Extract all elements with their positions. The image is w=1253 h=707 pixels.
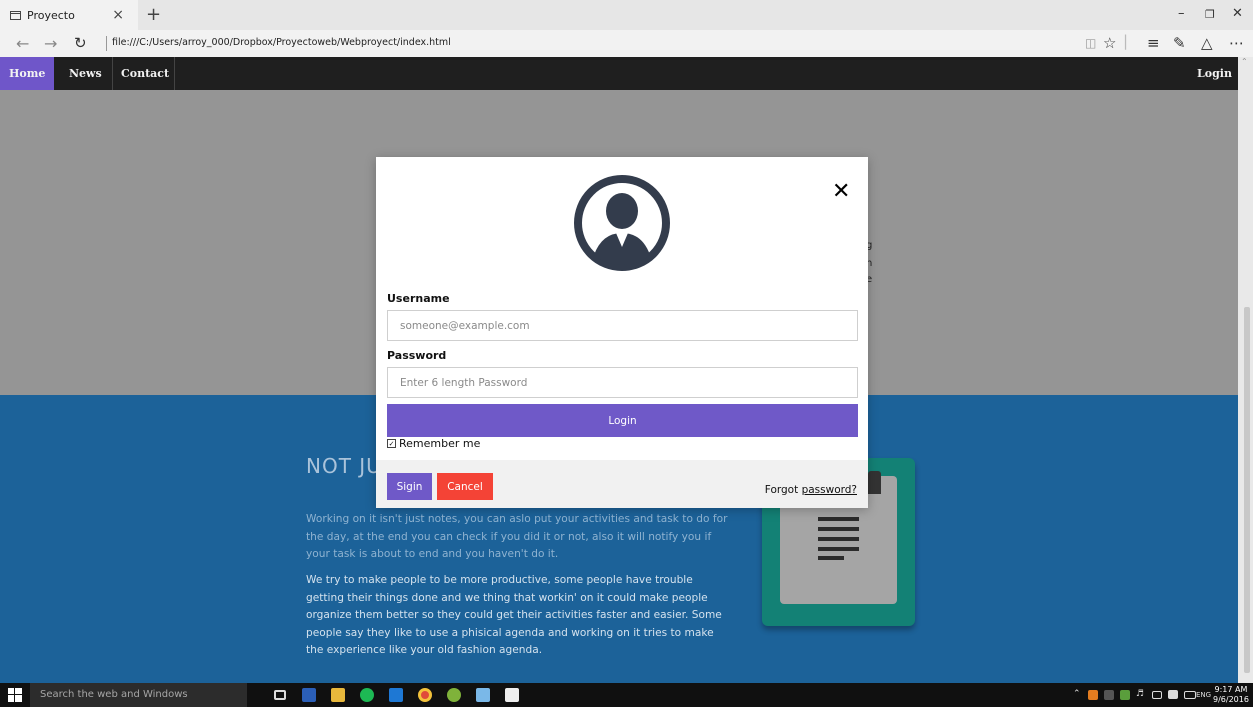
address-separator — [106, 36, 107, 51]
tab-title: Proyecto — [27, 8, 75, 22]
battery-icon[interactable] — [1152, 691, 1162, 699]
password-label: Password — [387, 349, 447, 362]
spotify-icon[interactable] — [360, 688, 374, 702]
new-tab-button[interactable]: + — [146, 4, 161, 25]
cancel-button[interactable]: Cancel — [437, 473, 493, 500]
nav-divider — [174, 57, 175, 90]
section-paragraph: We try to make people to be more product… — [306, 574, 722, 657]
browser-tab-bar: Proyecto × + – ❐ ✕ — [0, 0, 1253, 30]
tab-close-button[interactable]: × — [112, 7, 124, 23]
tray-app-icon[interactable] — [1088, 690, 1098, 700]
app-icon[interactable] — [476, 688, 490, 702]
chrome-icon[interactable] — [418, 688, 432, 702]
toolbar-separator: | — [1123, 32, 1129, 50]
favorite-star-icon[interactable]: ☆ — [1103, 34, 1116, 52]
word-icon[interactable] — [302, 688, 316, 702]
avatar-icon — [574, 175, 670, 271]
minimize-icon[interactable]: – — [1178, 6, 1185, 21]
keyboard-icon[interactable] — [1184, 691, 1196, 699]
clipboard-line — [818, 547, 859, 551]
refresh-icon[interactable]: ↻ — [74, 34, 87, 52]
share-icon[interactable]: △ — [1201, 34, 1213, 52]
tray-app-icon[interactable] — [1104, 690, 1114, 700]
address-url[interactable]: file:///C:/Users/arroy_000/Dropbox/Proye… — [112, 37, 451, 48]
close-icon[interactable]: ✕ — [832, 181, 850, 203]
tray-chevron-icon[interactable]: ⌃ — [1073, 689, 1081, 699]
scroll-up-arrow-icon[interactable]: ⌃ — [1241, 57, 1248, 66]
windows-start-icon[interactable] — [8, 688, 22, 702]
clipboard-line — [818, 537, 859, 541]
clipboard-line — [818, 556, 844, 560]
clipboard-line — [818, 527, 859, 531]
volume-icon[interactable]: ♬ — [1136, 689, 1144, 699]
hub-icon[interactable]: ≡ — [1147, 34, 1160, 52]
username-input[interactable] — [387, 310, 858, 341]
tray-app-icon[interactable] — [1120, 690, 1130, 700]
mail-icon[interactable] — [505, 688, 519, 702]
clipboard-line — [818, 517, 859, 521]
clock-time: 9:17 AM — [1214, 685, 1248, 694]
section-heading: NOT JU — [306, 454, 382, 478]
app-icon[interactable] — [447, 688, 461, 702]
tab-page-icon — [10, 10, 21, 20]
remember-label: Remember me — [399, 437, 481, 450]
clipboard-clip — [868, 471, 881, 494]
forward-arrow-icon[interactable]: → — [44, 34, 57, 53]
taskbar-clock[interactable]: 9:17 AM 9/6/2016 — [1213, 685, 1249, 705]
file-explorer-icon[interactable] — [331, 688, 345, 702]
close-window-icon[interactable]: ✕ — [1232, 6, 1243, 21]
windows-taskbar: Search the web and Windows ⌃ ♬ ENG 9:17 … — [0, 683, 1253, 707]
address-bar-row: ← → ↻ file:///C:/Users/arroy_000/Dropbox… — [0, 30, 1253, 57]
login-button[interactable]: Login — [387, 404, 858, 437]
site-nav: Home News Contact Login — [0, 57, 1238, 90]
back-arrow-icon[interactable]: ← — [16, 34, 29, 53]
reading-view-icon[interactable]: ◫ — [1085, 36, 1096, 50]
section-paragraph: Working on it isn't just notes, you can … — [306, 513, 728, 561]
password-input[interactable] — [387, 367, 858, 398]
browser-tab[interactable]: Proyecto × — [0, 0, 138, 30]
forgot-password: Forgot password? — [765, 484, 857, 496]
web-note-icon[interactable]: ✎ — [1173, 34, 1186, 52]
login-modal: ✕ Username Password Login ✓ Remember me … — [376, 157, 868, 508]
edge-icon[interactable] — [389, 688, 403, 702]
forgot-password-link[interactable]: password? — [802, 484, 857, 496]
forgot-prefix: Forgot — [764, 484, 802, 496]
clock-date: 9/6/2016 — [1213, 695, 1249, 704]
more-icon[interactable]: ⋯ — [1229, 34, 1244, 52]
restore-icon[interactable]: ❐ — [1205, 8, 1215, 21]
task-view-icon[interactable] — [274, 690, 286, 700]
nav-home[interactable]: Home — [0, 57, 55, 90]
nav-login[interactable]: Login — [1191, 57, 1238, 90]
nav-contact[interactable]: Contact — [113, 57, 177, 90]
sign-in-button[interactable]: Sigin — [387, 473, 432, 500]
username-label: Username — [387, 292, 450, 305]
checkbox-icon[interactable]: ✓ — [387, 439, 396, 448]
language-indicator[interactable]: ENG — [1196, 691, 1211, 699]
modal-footer: Sigin Cancel Forgot password? — [376, 460, 868, 508]
nav-news[interactable]: News — [61, 57, 110, 90]
scrollbar-thumb[interactable] — [1244, 307, 1250, 673]
remember-me[interactable]: ✓ Remember me — [387, 437, 480, 450]
taskbar-search[interactable]: Search the web and Windows — [30, 683, 247, 707]
notification-icon[interactable] — [1168, 690, 1178, 699]
